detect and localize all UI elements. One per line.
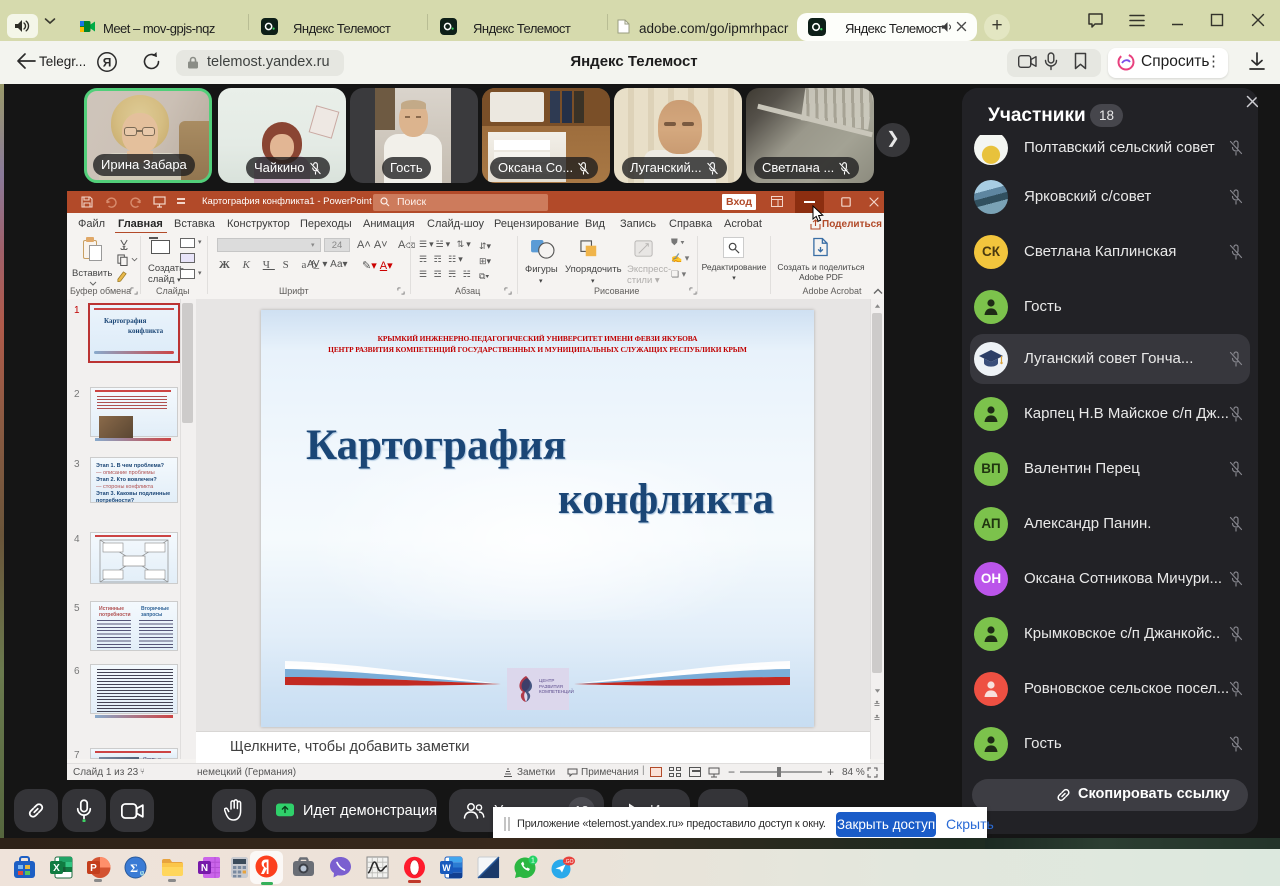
svg-text:.GO: .GO: [564, 859, 573, 865]
svg-text:N: N: [201, 863, 208, 874]
svg-text:P: P: [90, 863, 97, 874]
svg-text:1: 1: [531, 858, 535, 865]
svg-text:φ: φ: [140, 870, 145, 877]
svg-text:W: W: [442, 863, 451, 873]
svg-text:Σ: Σ: [130, 861, 138, 875]
svg-text:X: X: [53, 863, 60, 874]
